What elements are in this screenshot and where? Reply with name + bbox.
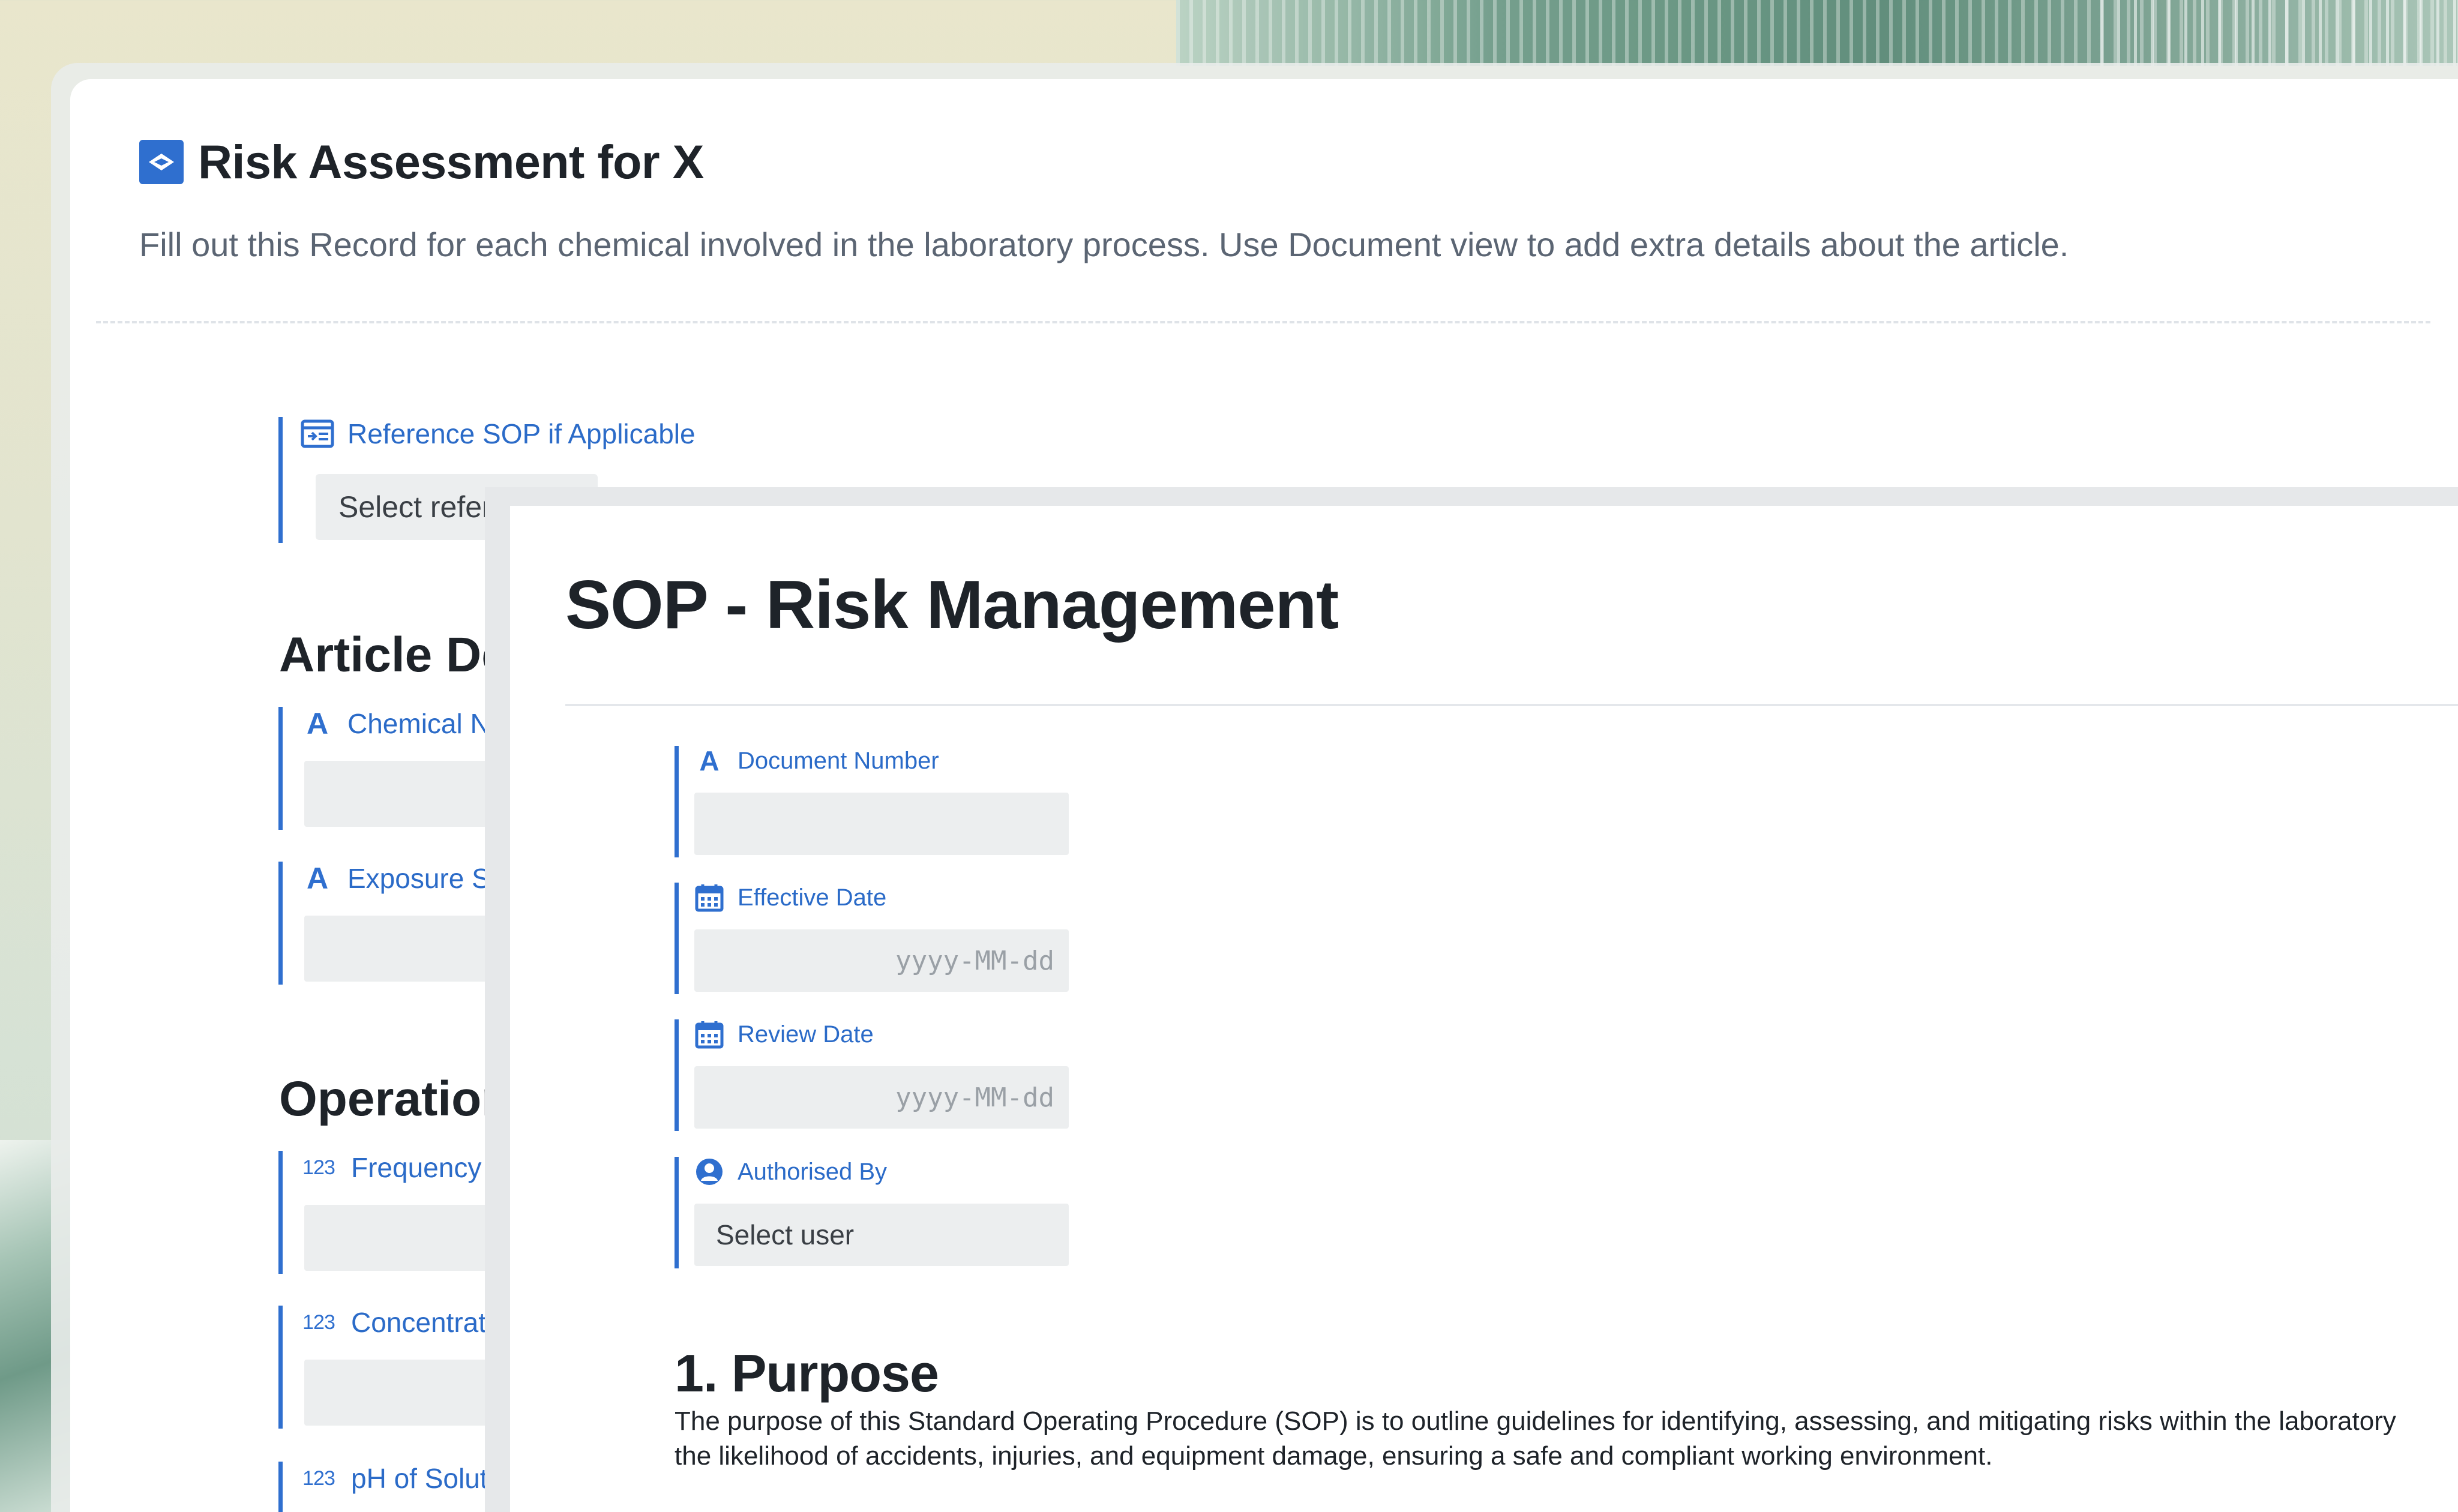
text-field-icon: A [306,707,329,740]
effective-date-input[interactable]: yyyy-MM-dd [694,929,1069,992]
frequency-field: 123 Frequency of Use [278,1151,664,1274]
reference-sop-label: Reference SOP if Applicable [347,418,696,449]
sop-title: SOP - Risk Management [565,567,1339,643]
review-date-label: Review Date [738,1021,874,1048]
authorised-by-select[interactable]: Select user [694,1204,1069,1266]
purpose-heading: 1. Purpose [675,1343,939,1403]
purpose-paragraph: The purpose of this Standard Operating P… [675,1404,2458,1474]
number-field-icon: 123 [302,1310,335,1334]
exposure-scenario-field: A Exposure Scenario [278,862,664,985]
document-number-label-row: A Document Number [694,745,939,776]
header-divider [96,321,2430,323]
document-number-input[interactable] [694,793,1069,855]
calendar-icon [694,883,724,913]
page-title: Risk Assessment for X [198,135,704,188]
chemical-name-field: A Chemical Name [278,707,664,830]
reference-icon [301,417,334,451]
record-description: Fill out this Record for each chemical i… [139,226,2069,263]
effective-date-label: Effective Date [738,884,887,911]
effective-date-label-row: Effective Date [694,883,886,913]
user-icon [694,1157,724,1187]
number-field-icon: 123 [302,1466,335,1490]
concentration-field: 123 Concentration [278,1306,664,1429]
ph-field: 123 pH of Solution [278,1462,524,1512]
purpose-line-1: The purpose of this Standard Operating P… [675,1406,2396,1436]
text-field-icon: A [306,862,329,895]
review-date-input[interactable]: yyyy-MM-dd [694,1066,1069,1129]
record-header: Risk Assessment for X [139,135,704,188]
purpose-line-2: the likelihood of accidents, injuries, a… [675,1441,1993,1471]
review-date-field: Review Date yyyy-MM-dd [675,1019,1069,1131]
document-number-field: A Document Number [675,745,1069,857]
effective-date-field: Effective Date yyyy-MM-dd [675,883,1069,994]
calendar-icon [694,1019,724,1049]
authorised-by-label-row: Authorised By [694,1157,887,1187]
number-field-icon: 123 [302,1156,335,1179]
sop-title-divider [565,704,2458,706]
authorised-by-field: Authorised By Select user [675,1157,1069,1268]
reference-sop-field: Reference SOP if Applicable Select refer… [278,417,696,543]
review-date-label-row: Review Date [694,1019,874,1049]
record-type-icon [139,140,184,184]
authorised-by-label: Authorised By [738,1158,888,1185]
document-number-label: Document Number [738,747,939,774]
background-image-stripes [2100,0,2458,66]
text-field-icon: A [699,745,720,776]
sop-document-window: SOP - Risk Management A Document Number … [510,506,2458,1512]
reference-sop-label-row: Reference SOP if Applicable [301,417,696,451]
